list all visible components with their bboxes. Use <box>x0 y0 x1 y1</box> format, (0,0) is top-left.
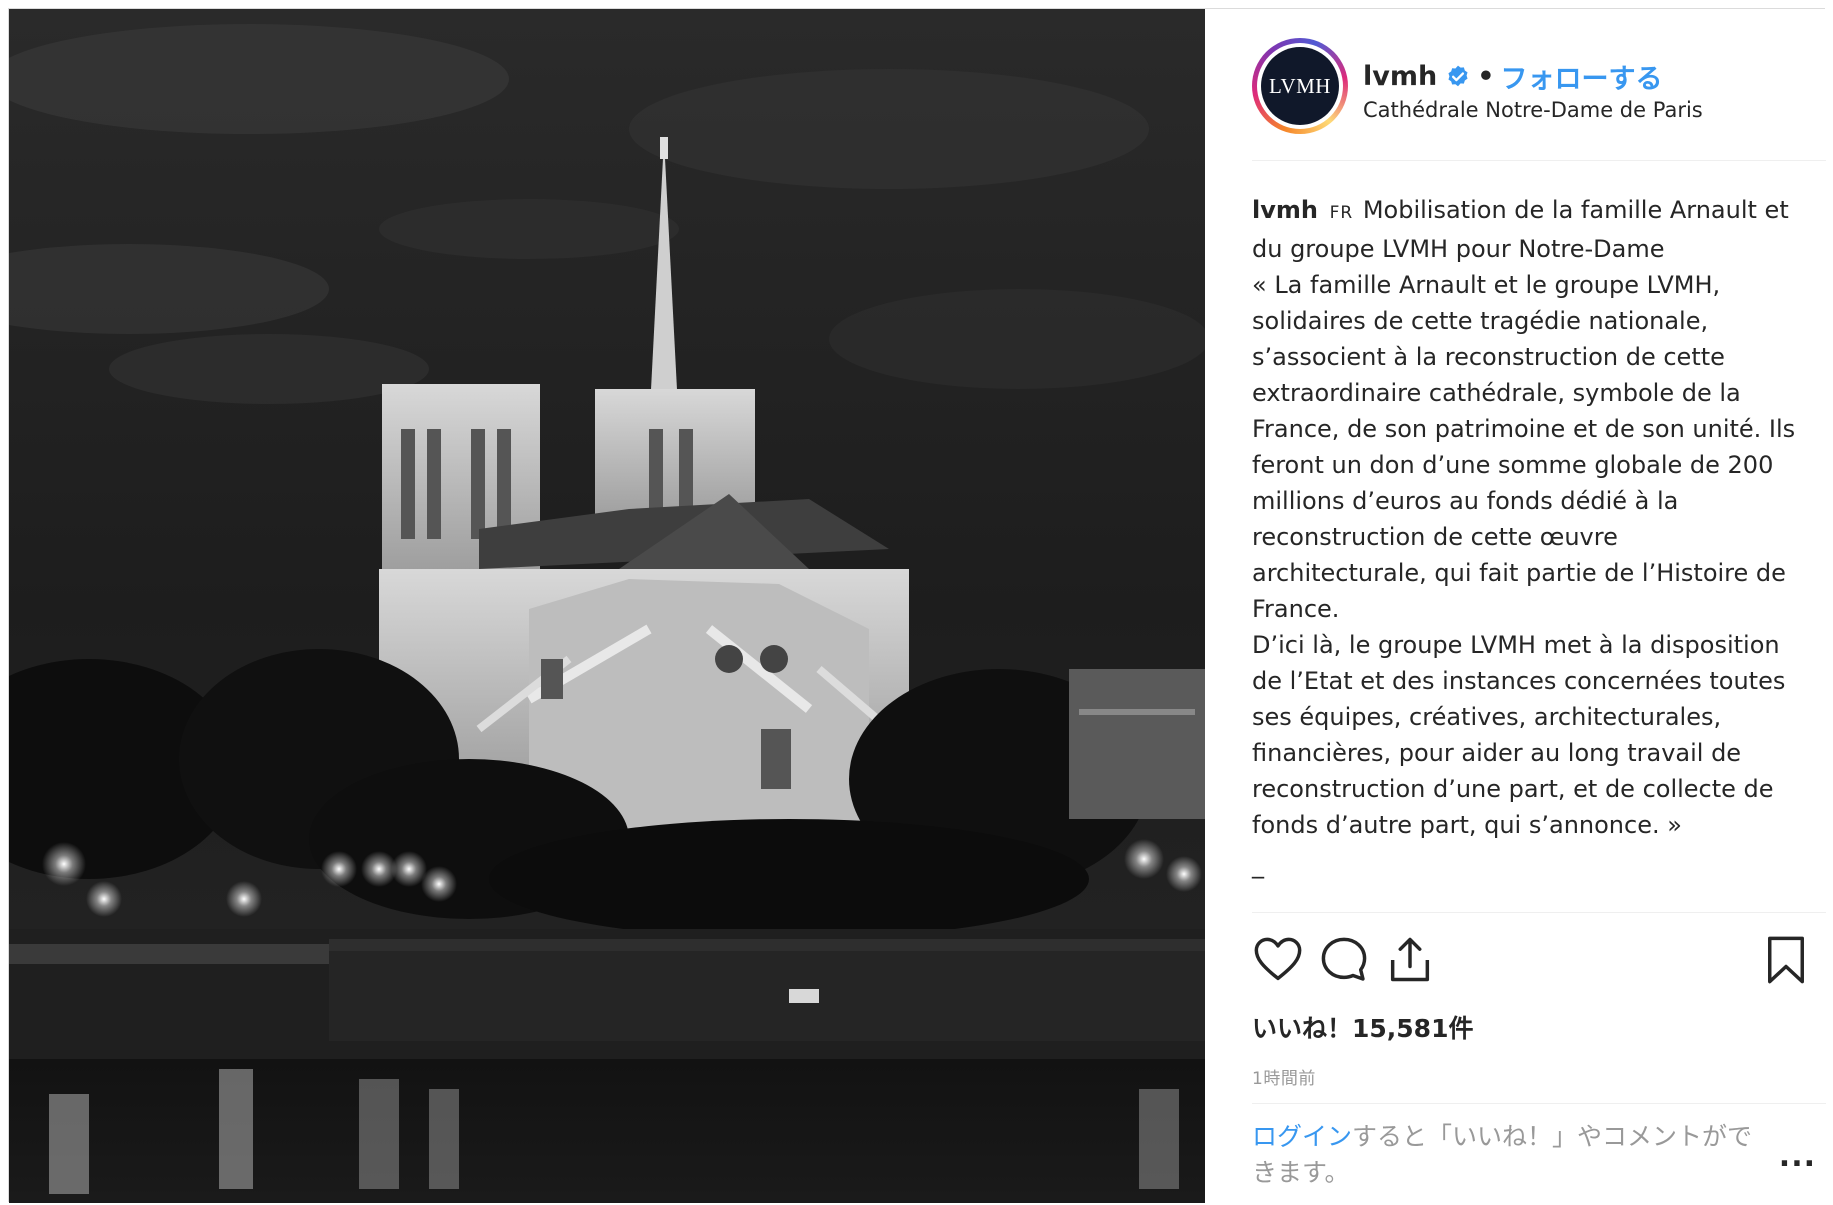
heart-icon <box>1254 937 1302 981</box>
username-link[interactable]: lvmh <box>1363 61 1437 92</box>
caption-line: lvmh FR Mobilisation de la famille Arnau… <box>1252 192 1797 267</box>
divider <box>1252 1103 1826 1104</box>
post-timestamp[interactable]: 1時間前 <box>1252 1064 1316 1089</box>
caption-dash: _ <box>1252 851 1264 879</box>
post-actions <box>1252 934 1812 994</box>
post-photo[interactable] <box>9 9 1205 1203</box>
verified-badge-icon <box>1448 65 1468 86</box>
share-button[interactable] <box>1384 934 1436 986</box>
like-button[interactable] <box>1252 934 1304 986</box>
notre-dame-photo <box>9 9 1205 1203</box>
header-dot-separator: • <box>1477 61 1495 92</box>
caption-paragraph: « La famille Arnault et le groupe LVMH, … <box>1252 271 1796 623</box>
comment-icon <box>1321 937 1367 981</box>
more-options-button[interactable]: ... <box>1779 1139 1816 1174</box>
follow-button[interactable]: フォローする <box>1500 57 1662 96</box>
like-count[interactable]: いいね！15,581件 <box>1252 1009 1473 1045</box>
language-badge: FR <box>1329 203 1354 223</box>
post-side-panel: LVMH lvmh • フォローする Cathédrale Notre-Dame… <box>1205 9 1826 1203</box>
post-header: LVMH lvmh • フォローする Cathédrale Notre-Dame… <box>1205 9 1826 161</box>
location-link[interactable]: Cathédrale Notre-Dame de Paris <box>1363 98 1703 122</box>
username-line: lvmh • フォローする <box>1363 57 1662 96</box>
divider <box>1252 912 1826 913</box>
post-frame: LVMH lvmh • フォローする Cathédrale Notre-Dame… <box>8 8 1826 1203</box>
avatar[interactable]: LVMH <box>1252 38 1348 134</box>
comment-button[interactable] <box>1318 934 1370 986</box>
post-caption: lvmh FR Mobilisation de la famille Arnau… <box>1252 192 1797 883</box>
lvmh-logo: LVMH <box>1261 47 1339 125</box>
login-prompt: ログインすると「いいね！」やコメントができます。 <box>1252 1119 1772 1191</box>
caption-username[interactable]: lvmh <box>1252 196 1318 224</box>
login-link[interactable]: ログイン <box>1252 1122 1352 1151</box>
bookmark-icon <box>1768 936 1804 984</box>
share-icon <box>1390 937 1430 982</box>
caption-paragraph: D’ici là, le groupe LVMH met à la dispos… <box>1252 631 1786 839</box>
save-button[interactable] <box>1760 934 1812 986</box>
divider <box>1252 160 1826 161</box>
